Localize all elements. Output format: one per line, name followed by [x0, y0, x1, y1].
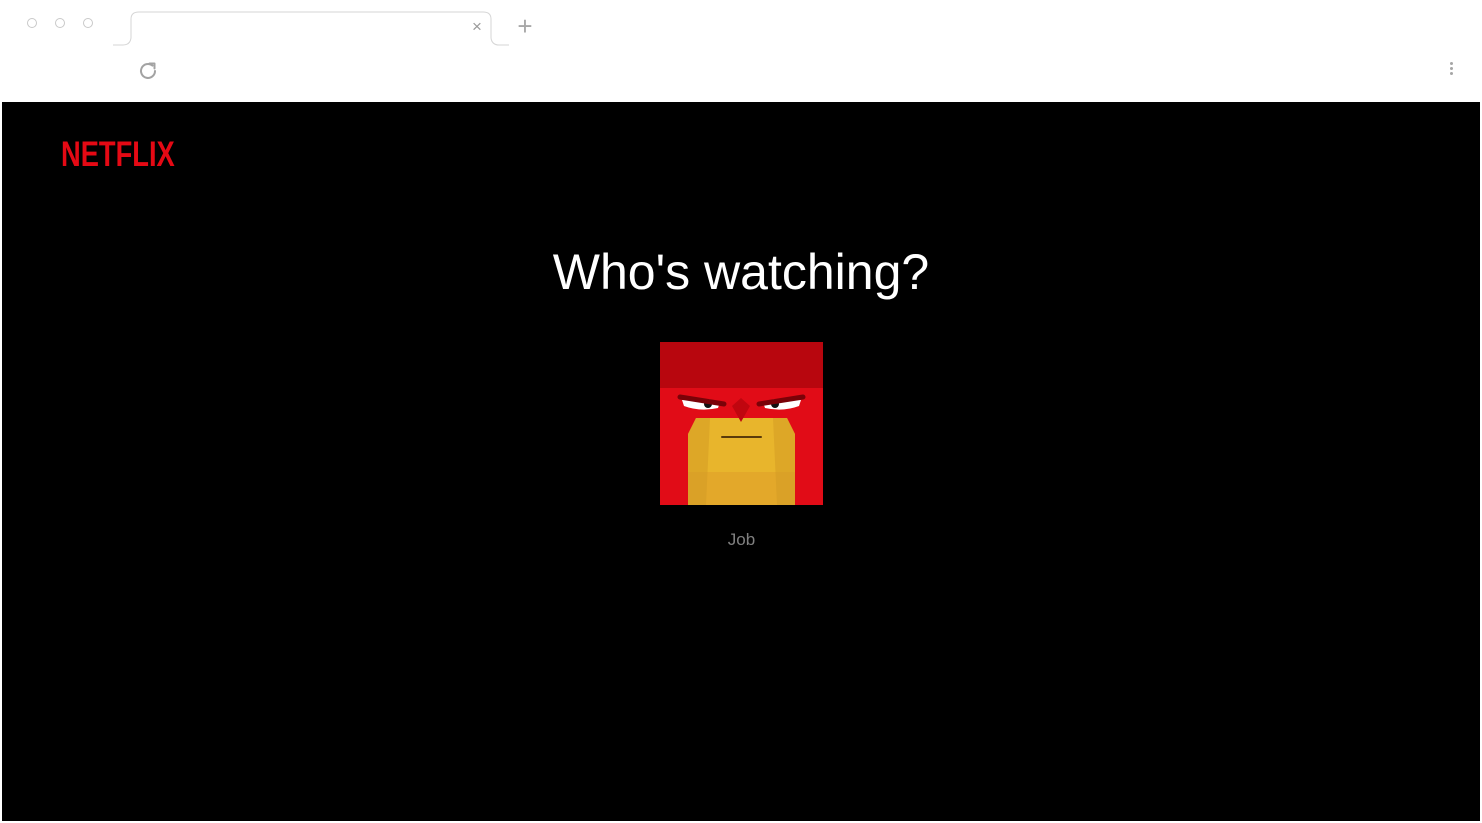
netflix-logo[interactable]: NETFLIX [61, 136, 175, 174]
window-maximize-dot[interactable] [83, 18, 93, 28]
profile-name: Job [727, 530, 756, 549]
reload-icon[interactable] [136, 59, 160, 83]
red-angry-face-avatar-icon[interactable] [660, 342, 823, 505]
browser-tab[interactable] [113, 11, 513, 47]
browser-window: × + NETFLIX Who's watching? Job [0, 0, 1482, 823]
window-minimize-dot[interactable] [55, 18, 65, 28]
profile-card[interactable]: Job [660, 342, 823, 551]
kebab-menu-icon[interactable] [1443, 60, 1459, 82]
page-viewport: NETFLIX Who's watching? Job [2, 102, 1480, 821]
new-tab-plus-icon[interactable]: + [513, 13, 537, 39]
tab-close-icon[interactable]: × [469, 18, 485, 36]
window-close-dot[interactable] [27, 18, 37, 28]
browser-chrome: × + [0, 0, 1482, 102]
page-title: Who's watching? [552, 244, 930, 300]
